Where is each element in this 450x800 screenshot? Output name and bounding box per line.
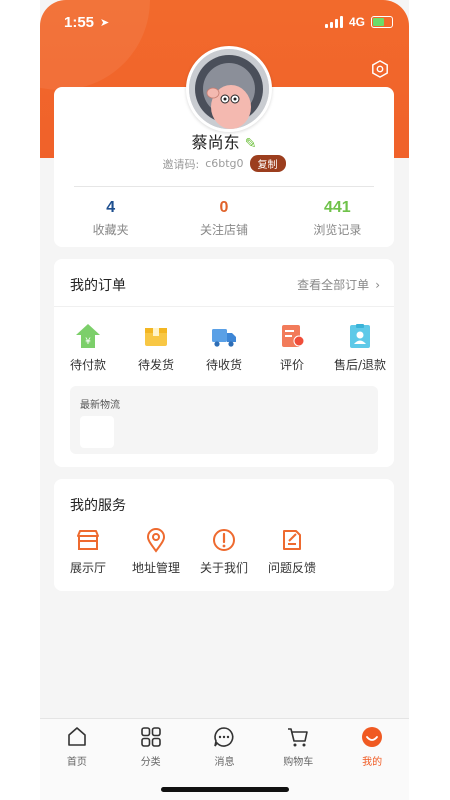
home-icon	[68, 727, 86, 746]
services-row: 展示厅 地址管理 关于我们 问题反馈	[54, 527, 334, 576]
services-title: 我的服务	[70, 498, 126, 514]
info-icon	[213, 529, 235, 551]
divider	[74, 186, 374, 187]
orders-title: 我的订单	[70, 278, 126, 294]
status-time: 1:55	[64, 14, 95, 31]
cart-icon	[288, 728, 309, 747]
status-bar: 1:55 ➤ 4G	[40, 12, 409, 36]
tab-cart[interactable]: 购物车	[261, 725, 335, 785]
stat-value: 0	[219, 199, 229, 216]
service-about[interactable]: 关于我们	[190, 527, 258, 576]
feedback-icon	[283, 530, 301, 550]
stat-label: 收藏夹	[92, 223, 129, 237]
settings-hexagon-icon[interactable]	[371, 60, 389, 78]
view-all-label: 查看全部订单	[297, 278, 370, 292]
avatar[interactable]	[186, 46, 272, 132]
divider	[54, 306, 394, 307]
app-screen: 1:55 ➤ 4G 蔡尚东 ✎ 邀请码: c6btg0 复制 4 收藏夹 0 关…	[40, 0, 409, 800]
vip-badge-icon: ✎	[244, 136, 257, 152]
service-showroom[interactable]: 展示厅	[54, 527, 122, 576]
review-icon	[282, 325, 305, 347]
order-review[interactable]: 评价	[258, 322, 326, 373]
tab-messages[interactable]: 消息	[188, 725, 262, 785]
profile-icon	[362, 727, 383, 747]
view-all-orders-link[interactable]: 查看全部订单 ›	[297, 276, 380, 293]
logistics-title: 最新物流	[80, 400, 120, 411]
chevron-right-icon: ›	[375, 277, 380, 292]
order-status-label: 待发货	[137, 358, 174, 372]
tab-label: 首页	[66, 757, 87, 768]
stats-row: 4 收藏夹 0 关注店铺 441 浏览记录	[54, 199, 394, 238]
logistics-thumbnail	[80, 416, 114, 448]
stat-label: 关注店铺	[199, 223, 248, 237]
tab-mine[interactable]: 我的	[335, 725, 409, 785]
tab-home[interactable]: 首页	[40, 725, 114, 785]
delivery-truck-icon	[212, 329, 236, 347]
invite-code: c6btg0	[205, 157, 244, 170]
stat-followed-shops[interactable]: 0 关注店铺	[167, 199, 280, 238]
stat-value: 4	[106, 199, 116, 216]
signal-icon	[324, 16, 343, 28]
battery-icon	[371, 16, 393, 28]
showroom-icon	[77, 530, 99, 550]
stat-label: 浏览记录	[313, 223, 362, 237]
stat-value: 441	[323, 199, 351, 216]
home-indicator	[161, 787, 289, 792]
tab-label: 我的	[362, 757, 383, 768]
order-status-label: 评价	[279, 358, 304, 372]
tab-label: 分类	[140, 757, 161, 768]
stat-browse-history[interactable]: 441 浏览记录	[281, 199, 394, 238]
location-arrow-icon: ➤	[100, 16, 110, 29]
stat-favorites[interactable]: 4 收藏夹	[54, 199, 167, 238]
service-label: 问题反馈	[267, 561, 316, 575]
latest-logistics-panel[interactable]: 最新物流	[70, 386, 378, 454]
invite-row: 邀请码: c6btg0 复制	[54, 155, 394, 172]
order-after-sales[interactable]: 售后/退款	[326, 322, 394, 373]
pending-shipment-icon	[145, 328, 167, 346]
tab-label: 购物车	[283, 757, 314, 768]
services-card: 我的服务 展示厅 地址管理 关于我们 问题反馈	[54, 479, 394, 591]
service-label: 地址管理	[131, 561, 180, 575]
copy-button[interactable]: 复制	[249, 155, 286, 172]
tab-category[interactable]: 分类	[114, 725, 188, 785]
order-pending-receipt[interactable]: 待收货	[190, 322, 258, 373]
category-grid-icon	[140, 727, 161, 747]
orders-card: 我的订单 查看全部订单 › ¥ 待付款 待发货 待收货 评价 售后/退款 最新物…	[54, 259, 394, 467]
order-status-label: 待付款	[69, 358, 106, 372]
user-name: 蔡尚东	[191, 133, 240, 152]
order-status-row: ¥ 待付款 待发货 待收货 评价 售后/退款	[54, 322, 394, 373]
after-sales-icon	[350, 324, 370, 348]
service-address[interactable]: 地址管理	[122, 527, 190, 576]
order-status-label: 售后/退款	[333, 358, 387, 372]
order-status-label: 待收货	[205, 358, 242, 372]
service-label: 关于我们	[199, 561, 248, 575]
avatar-image	[189, 49, 269, 129]
tab-label: 消息	[214, 757, 235, 768]
message-icon	[214, 727, 234, 747]
invite-label: 邀请码:	[162, 157, 200, 171]
location-pin-icon	[146, 528, 166, 553]
order-pending-shipment[interactable]: 待发货	[122, 322, 190, 373]
order-pending-payment[interactable]: ¥ 待付款	[54, 322, 122, 373]
user-name-row: 蔡尚东 ✎	[54, 129, 394, 153]
svg-text:¥: ¥	[85, 337, 91, 347]
service-label: 展示厅	[69, 561, 106, 575]
service-feedback[interactable]: 问题反馈	[258, 527, 326, 576]
network-type: 4G	[348, 15, 365, 29]
pending-payment-icon: ¥	[76, 324, 100, 348]
